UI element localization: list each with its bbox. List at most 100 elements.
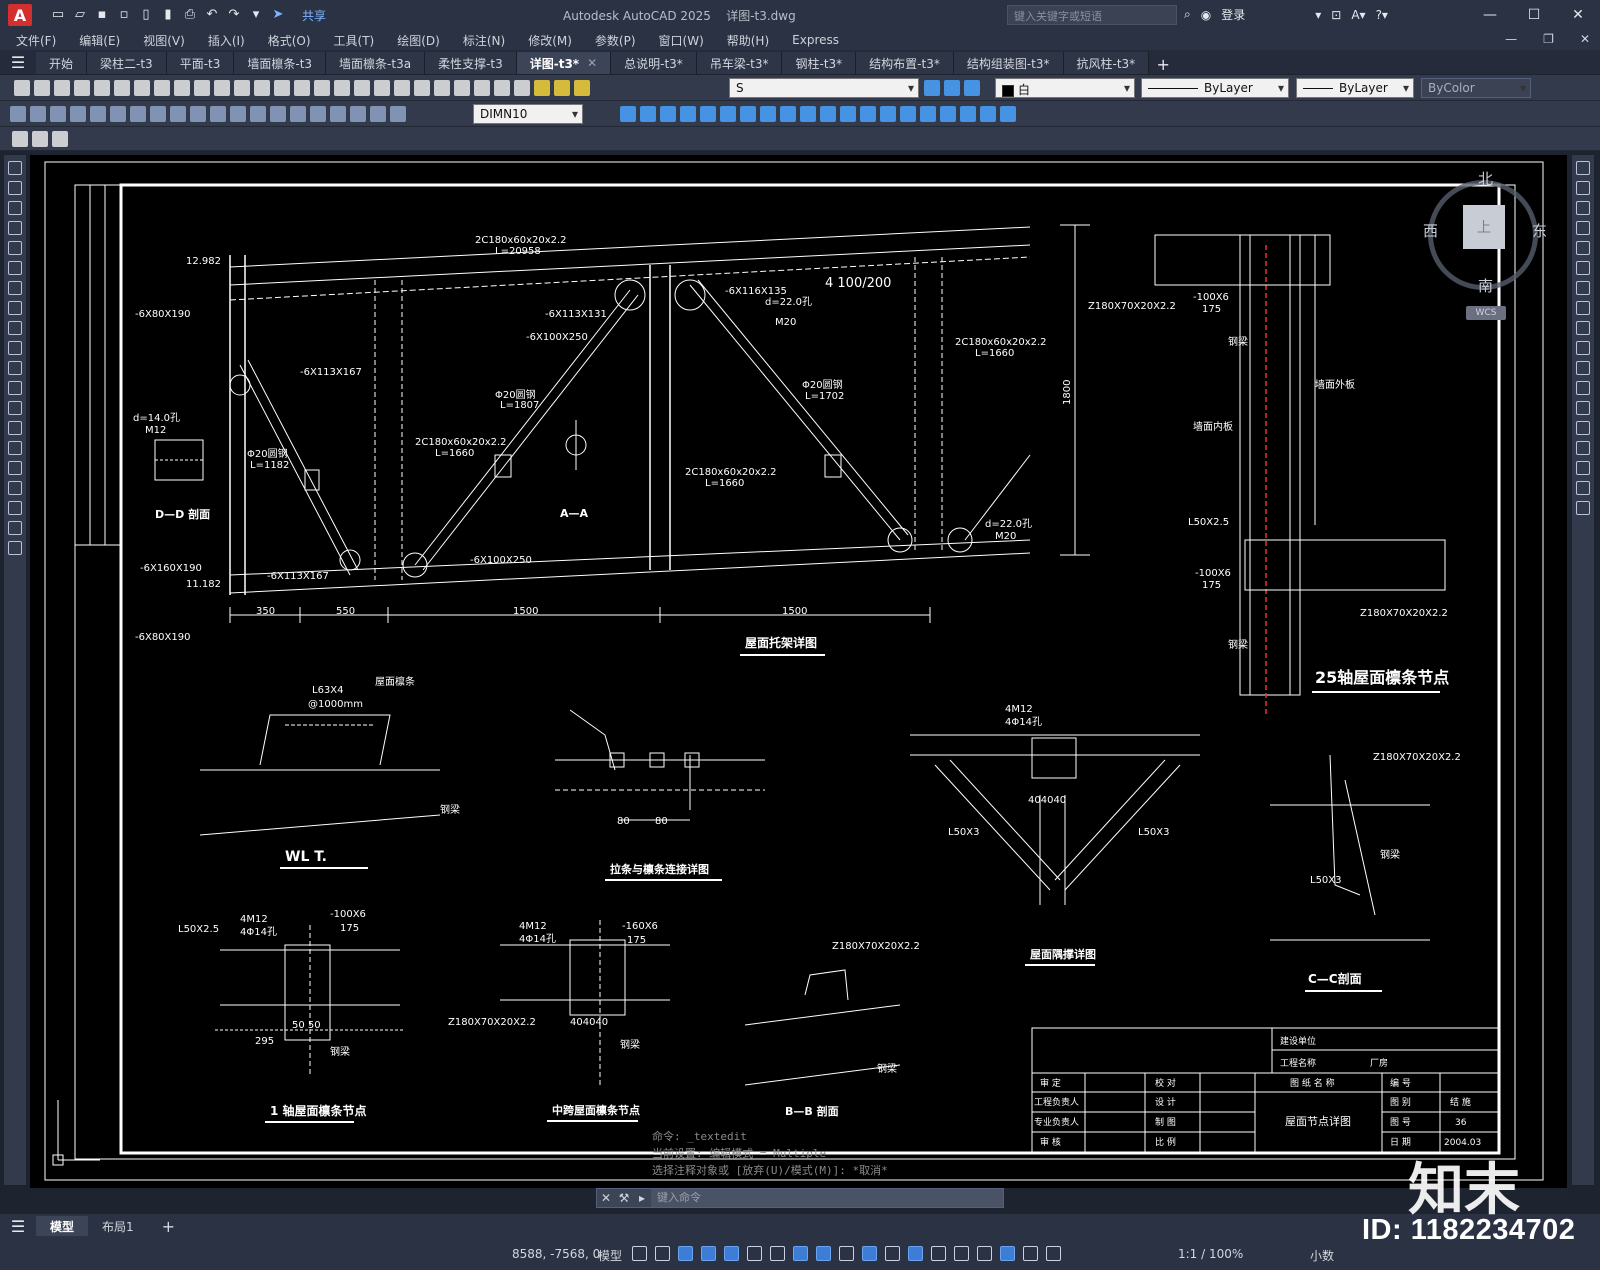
gradient-icon[interactable] xyxy=(8,461,22,475)
isodraft-icon[interactable] xyxy=(770,1246,785,1261)
arc-length-icon[interactable] xyxy=(50,106,66,122)
layer-on-icon[interactable] xyxy=(534,80,550,96)
copy-icon[interactable] xyxy=(1576,181,1590,195)
close-icon[interactable]: ✕ xyxy=(1556,0,1600,30)
new-file-icon[interactable]: ▭ xyxy=(50,7,66,23)
make-block-icon[interactable] xyxy=(8,401,22,415)
dim-text-edit-icon[interactable] xyxy=(370,106,386,122)
doc-restore-icon[interactable]: ❐ xyxy=(1543,32,1554,46)
cart-icon[interactable]: ⊡ xyxy=(1331,8,1341,22)
annotation-scale-icon[interactable] xyxy=(1046,1246,1061,1261)
properties-icon[interactable] xyxy=(374,80,390,96)
dynamic-input-icon[interactable] xyxy=(701,1246,716,1261)
infer-constraints-icon[interactable] xyxy=(678,1246,693,1261)
doc-close-icon[interactable]: ✕ xyxy=(1580,32,1590,46)
annotation-visibility-icon[interactable] xyxy=(1000,1246,1015,1261)
radius-icon[interactable] xyxy=(90,106,106,122)
menu-draw[interactable]: 绘图(D) xyxy=(397,32,440,49)
redo-icon[interactable]: ↷ xyxy=(226,7,242,23)
command-customize-icon[interactable]: ⚒ xyxy=(615,1191,633,1205)
autocad-logo-icon[interactable]: A xyxy=(8,4,32,26)
zoom-window-icon[interactable] xyxy=(334,80,350,96)
grid-icon[interactable] xyxy=(632,1246,647,1261)
open-icon[interactable] xyxy=(34,80,50,96)
linear-dim-icon[interactable] xyxy=(10,106,26,122)
tab-file[interactable]: 吊车梁-t3* xyxy=(696,52,783,74)
menu-tools[interactable]: 工具(T) xyxy=(334,32,375,49)
search-icon[interactable]: ⌕ xyxy=(1184,7,1191,22)
arc-icon[interactable] xyxy=(8,261,22,275)
ordinate-icon[interactable] xyxy=(70,106,86,122)
explode-icon[interactable] xyxy=(1576,501,1590,515)
layer-state-icon[interactable] xyxy=(964,80,980,96)
layout-menu-icon[interactable]: ☰ xyxy=(0,1214,36,1238)
save-icon[interactable] xyxy=(54,80,70,96)
menu-window[interactable]: 窗口(W) xyxy=(659,32,704,49)
menu-hamburger-icon[interactable]: ☰ xyxy=(0,50,36,74)
3d-osnap-icon[interactable] xyxy=(908,1246,923,1261)
tolerance-icon[interactable] xyxy=(270,106,286,122)
help-icon[interactable]: ?▾ xyxy=(1376,8,1388,22)
menu-format[interactable]: 格式(O) xyxy=(268,32,311,49)
spline-icon[interactable] xyxy=(8,321,22,335)
tab-file[interactable]: 抗风柱-t3* xyxy=(1063,52,1150,74)
tab-file[interactable]: 钢柱-t3* xyxy=(782,52,857,74)
coordinates-readout[interactable]: 8588, -7568, 0 xyxy=(512,1247,600,1261)
annotation-scale-readout[interactable]: 1:1 / 100% xyxy=(1178,1247,1243,1261)
xline-icon[interactable] xyxy=(8,181,22,195)
hatch-icon[interactable] xyxy=(8,441,22,455)
block-attr-icon[interactable] xyxy=(52,131,68,147)
fillet-icon[interactable] xyxy=(1576,461,1590,475)
menu-modify[interactable]: 修改(M) xyxy=(528,32,572,49)
selection-filter-icon[interactable] xyxy=(954,1246,969,1261)
tool-icon[interactable] xyxy=(800,106,816,122)
calc-icon[interactable] xyxy=(474,80,490,96)
add-layout-icon[interactable]: + xyxy=(148,1216,189,1236)
tab-file[interactable]: 墙面檩条-t3 xyxy=(234,52,327,74)
menu-insert[interactable]: 插入(I) xyxy=(208,32,245,49)
tool-icon[interactable] xyxy=(820,106,836,122)
baseline-icon[interactable] xyxy=(190,106,206,122)
rotate-icon[interactable] xyxy=(1576,281,1590,295)
save-as-icon[interactable]: ▫ xyxy=(116,7,132,23)
rectangle-icon[interactable] xyxy=(8,241,22,255)
publish-icon[interactable] xyxy=(114,80,130,96)
tab-file[interactable]: 平面-t3 xyxy=(166,52,235,74)
auto-scale-icon[interactable] xyxy=(1023,1246,1038,1261)
plotstyle-dropdown[interactable]: ByColor ▾ xyxy=(1421,78,1531,98)
share-icon[interactable]: ➤ xyxy=(270,7,286,23)
break-point-icon[interactable] xyxy=(1576,381,1590,395)
tool-icon[interactable] xyxy=(780,106,796,122)
command-input[interactable]: 键入命令 xyxy=(651,1189,1003,1207)
undo-icon[interactable]: ↶ xyxy=(204,7,220,23)
undo-icon[interactable] xyxy=(254,80,270,96)
transparency-icon[interactable] xyxy=(862,1246,877,1261)
move-icon[interactable] xyxy=(1576,261,1590,275)
copy-icon[interactable] xyxy=(174,80,190,96)
erase-icon[interactable] xyxy=(1576,161,1590,175)
layout-tab-layout1[interactable]: 布局1 xyxy=(88,1216,148,1236)
save-icon[interactable]: ▪ xyxy=(94,7,110,23)
search-input[interactable]: 键入关键字或短语 xyxy=(1007,5,1177,25)
space-icon[interactable] xyxy=(230,106,246,122)
web-save-icon[interactable]: ▮ xyxy=(160,7,176,23)
lineweight-dropdown[interactable]: ByLayer ▾ xyxy=(1296,78,1414,98)
preview-icon[interactable] xyxy=(94,80,110,96)
stretch-icon[interactable] xyxy=(1576,321,1590,335)
continue-icon[interactable] xyxy=(210,106,226,122)
circle-icon[interactable] xyxy=(8,281,22,295)
polar-icon[interactable] xyxy=(747,1246,762,1261)
sheet-set-icon[interactable] xyxy=(434,80,450,96)
tab-file[interactable]: 梁柱二-t3 xyxy=(87,52,167,74)
layer-previous-icon[interactable] xyxy=(944,80,960,96)
login-button[interactable]: 登录 xyxy=(1221,6,1245,23)
tool-icon[interactable] xyxy=(900,106,916,122)
block-editor-icon[interactable] xyxy=(234,80,250,96)
lineweight-icon[interactable] xyxy=(839,1246,854,1261)
viewcube-east[interactable]: 东 xyxy=(1532,220,1547,241)
markup-icon[interactable] xyxy=(454,80,470,96)
login-dropdown-icon[interactable]: ▾ xyxy=(1315,8,1321,22)
mtext-icon[interactable] xyxy=(8,521,22,535)
tool-icon[interactable] xyxy=(880,106,896,122)
jogged-icon[interactable] xyxy=(110,106,126,122)
